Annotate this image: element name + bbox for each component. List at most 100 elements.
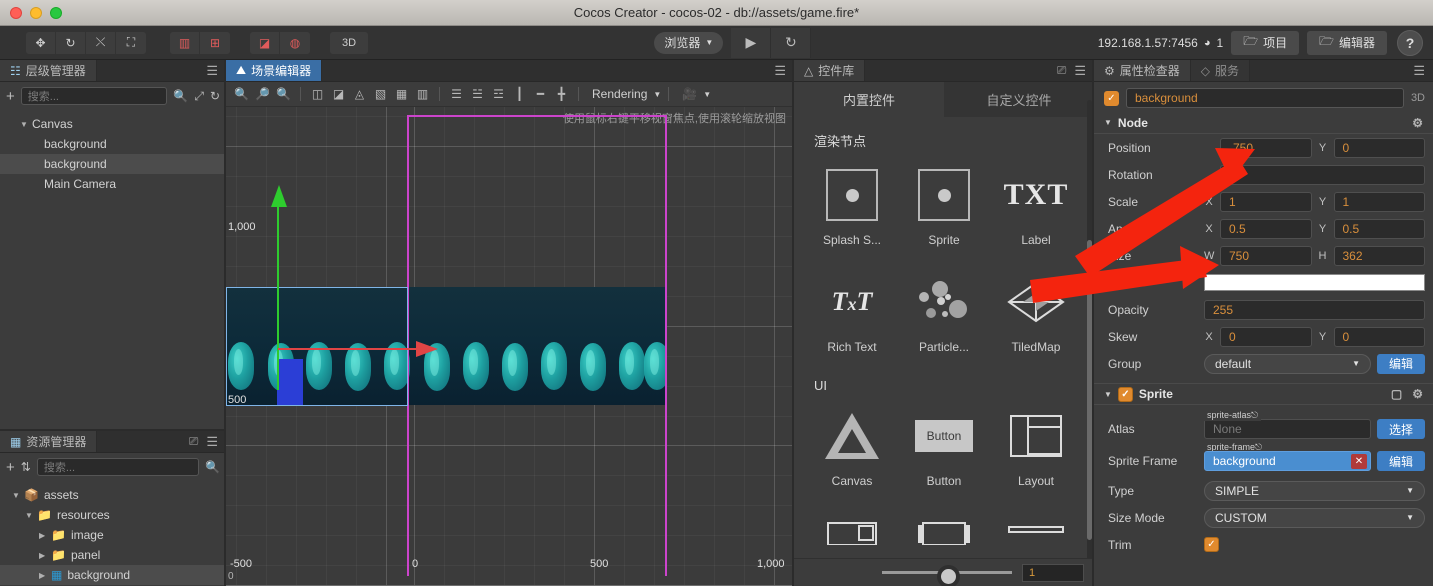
size-mode-select[interactable]: CUSTOM ▼ [1204,507,1425,528]
lock-node-button[interactable]: ◍ [280,32,310,54]
hierarchy-search-input[interactable]: 搜索... [20,87,168,105]
tab-custom-widgets[interactable]: 自定义控件 [944,82,1094,117]
spacing-even-icon[interactable]: ╋ [552,85,571,104]
size-h-input[interactable]: 362 [1333,245,1425,266]
tab-builtin-widgets[interactable]: 内置控件 [794,82,944,117]
move-tool-button[interactable]: ✥ [26,31,56,54]
align-middle-v-icon[interactable]: ▦ [392,85,411,104]
chevron-down-icon[interactable]: ▼ [20,120,32,129]
tab-assets[interactable]: ▦ 资源管理器 [0,431,98,452]
size-w-input[interactable]: 750 [1220,245,1312,266]
sprite-frame-field[interactable]: background ✕ [1204,451,1371,471]
skew-x-input[interactable]: 0 [1220,326,1312,347]
group-select[interactable]: default ▼ [1204,353,1371,374]
widget-item-canvas[interactable]: Canvas [806,407,898,488]
sprite-help-icon[interactable]: ▢ [1391,387,1402,401]
widget-item-partial-2[interactable] [898,504,990,562]
widget-item-label[interactable]: TXT Label [990,166,1082,247]
widgets-menu-icon[interactable]: ☰ [1074,64,1086,77]
chevron-right-icon[interactable]: ▶ [39,551,51,560]
position-x-input[interactable]: -750 [1220,137,1312,158]
create-asset-button[interactable]: + [6,459,15,476]
zoom-out-icon[interactable]: 🔎 [253,85,272,104]
asset-node-assets[interactable]: ▼ 📦 assets [0,485,226,505]
anchor-x-input[interactable]: 0.5 [1220,218,1312,239]
tab-widget-library[interactable]: △ 控件库 [794,60,866,81]
scale-y-input[interactable]: 1 [1333,191,1425,212]
atlas-select-button[interactable]: 选择 [1376,419,1425,439]
gizmo-y-arrow[interactable] [271,185,287,207]
chevron-right-icon[interactable]: ▶ [39,531,51,540]
tab-inspector[interactable]: ⚙ 属性检查器 [1094,60,1191,81]
skew-y-input[interactable]: 0 [1333,326,1425,347]
node-3d-label[interactable]: 3D [1411,92,1425,104]
widget-item-tiledmap[interactable]: TiledMap [990,273,1082,354]
camera-dropdown[interactable]: 🎥 ▼ [682,87,711,101]
assets-menu-icon[interactable]: ☰ [206,435,218,448]
widgets-zoom-value[interactable]: 1 [1022,563,1084,582]
widget-item-layout[interactable]: Layout [990,407,1082,488]
preview-target-dropdown[interactable]: 浏览器 ▼ [654,31,724,54]
atlas-field[interactable]: None [1204,419,1371,439]
asset-node-resources[interactable]: ▼ 📁 resources [0,505,226,525]
align-left-icon[interactable]: ◫ [308,85,327,104]
tab-hierarchy[interactable]: ☷ 层级管理器 [0,60,97,81]
chevron-down-icon[interactable]: ▼ [1104,118,1112,127]
node-section-header[interactable]: ▼ Node ⚙ [1094,112,1433,134]
distribute-even-icon[interactable]: ☲ [489,85,508,104]
align-right-icon[interactable]: ◬ [350,85,369,104]
popout-icon[interactable]: ⎚ [189,434,199,449]
play-button[interactable]: ▶ [731,27,772,58]
popout-icon[interactable]: ⎚ [1057,63,1067,78]
zoom-in-icon[interactable]: 🔍 [232,85,251,104]
node-enabled-checkbox[interactable]: ✓ [1104,90,1119,106]
node-settings-icon[interactable]: ⚙ [1412,116,1423,130]
position-y-input[interactable]: 0 [1333,137,1425,158]
widget-item-button[interactable]: Button Button [898,407,990,488]
align-node-button[interactable]: ◪ [250,31,280,54]
align-bottom-icon[interactable]: ▥ [413,85,432,104]
widget-item-sprite[interactable]: Sprite [898,166,990,247]
add-node-button[interactable]: + [6,88,15,105]
rect-tool-button[interactable]: ⛶ [116,32,146,54]
scene-viewport[interactable]: 使用鼠标右键平移视窗焦点,使用滚轮缩放视图 1,000 500 -500 0 5… [226,107,794,586]
spacing-h-icon[interactable]: ┃ [510,85,529,104]
group-edit-button[interactable]: 编辑 [1376,353,1425,374]
tab-services[interactable]: ◇ 服务 [1190,60,1251,81]
widget-item-particle[interactable]: Particle... [898,273,990,354]
scene-menu-icon[interactable]: ☰ [774,64,786,77]
tab-scene-editor[interactable]: ⛰ 场景编辑器 [226,60,323,81]
distribute-h-icon[interactable]: ☰ [447,85,466,104]
spacing-v-icon[interactable]: ━ [531,85,550,104]
color-swatch[interactable] [1204,274,1425,291]
help-button[interactable]: ? [1397,29,1424,56]
sprite-frame-edit-button[interactable]: 编辑 [1376,451,1425,471]
widgets-zoom-knob[interactable] [937,565,960,586]
trim-checkbox[interactable]: ✓ [1204,537,1219,552]
node-name-input[interactable]: background [1126,88,1404,108]
widget-item-rich-text[interactable]: TxT Rich Text [806,273,898,354]
align-top-icon[interactable]: ▧ [371,85,390,104]
asset-node-image[interactable]: ▶ 📁 image [0,525,226,545]
scale-tool-button[interactable]: ⤬ [86,31,116,54]
tree-node-main-camera[interactable]: Main Camera [0,174,226,194]
rendering-dropdown[interactable]: Rendering ▼ [592,87,661,101]
asset-node-panel[interactable]: ▶ 📁 panel [0,545,226,565]
chevron-down-icon[interactable]: ▼ [12,491,24,500]
opacity-input[interactable]: 255 [1204,299,1425,320]
inspector-menu-icon[interactable]: ☰ [1413,64,1425,77]
chevron-right-icon[interactable]: ▶ [39,571,51,580]
mode-3d-group[interactable]: 3D [330,31,368,54]
chevron-down-icon[interactable]: ▼ [1104,390,1112,399]
rotation-input[interactable]: 0 [1220,164,1425,185]
coordinate-mode-button[interactable]: ⊞ [200,32,230,54]
transform-tool-group[interactable]: ✥ ↻ ⤬ ⛶ [26,31,146,54]
distribute-v-icon[interactable]: ☱ [468,85,487,104]
scale-x-input[interactable]: 1 [1220,191,1312,212]
sprite-settings-icon[interactable]: ⚙ [1412,387,1423,401]
widget-item-splash[interactable]: Splash S... [806,166,898,247]
editor-menu-button[interactable]: 🗁 编辑器 [1307,30,1388,55]
zoom-fit-icon[interactable]: 🔍 [274,85,293,104]
refresh-button[interactable]: ↻ [771,27,812,58]
anchor-y-input[interactable]: 0.5 [1333,218,1425,239]
